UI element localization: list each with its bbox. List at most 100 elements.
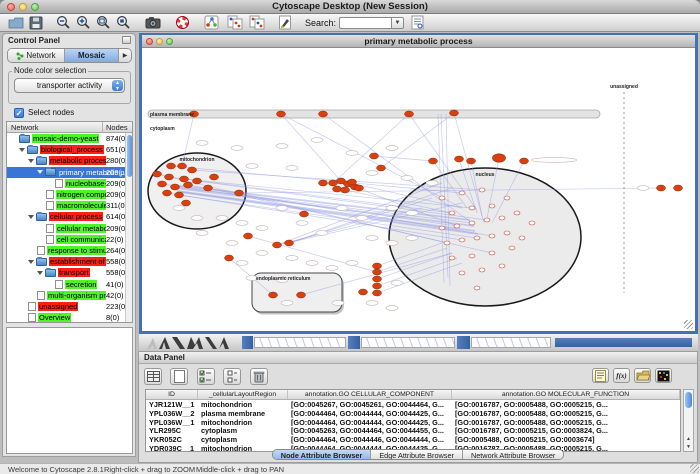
heatmap-icon[interactable] [655, 368, 672, 383]
search-input[interactable] [339, 17, 391, 29]
network-node-small[interactable] [499, 216, 505, 220]
tab-network-attribute-browser[interactable]: Network Attribute Browser [463, 450, 563, 459]
unselect-attributes-icon[interactable] [223, 368, 241, 385]
background-frame-canvas[interactable] [254, 337, 346, 348]
tab-node-attribute-browser[interactable]: Node Attribute Browser [273, 450, 372, 459]
network-node[interactable] [348, 179, 357, 185]
network-node-small[interactable] [469, 221, 475, 225]
network-node-small[interactable] [474, 286, 480, 290]
annotation-icon[interactable] [278, 15, 292, 31]
network-node-small[interactable] [504, 196, 510, 200]
more-tabs-button[interactable]: ▶ [119, 49, 131, 62]
network-node[interactable] [193, 178, 202, 184]
network-node[interactable] [467, 158, 476, 164]
tree-row[interactable]: cell communicati22(0) [7, 234, 132, 245]
tab-network[interactable]: Network [8, 49, 65, 62]
network-node-small[interactable] [489, 251, 495, 255]
network-node[interactable] [373, 276, 382, 282]
search-dropdown-button[interactable]: ▼ [391, 17, 404, 29]
network-node-small[interactable] [479, 268, 485, 272]
network-node[interactable] [455, 156, 464, 162]
network-node-small[interactable] [474, 236, 480, 240]
tree-row[interactable]: cellular process614(0) [7, 211, 132, 222]
network-node[interactable] [405, 111, 414, 117]
network-node-small[interactable] [444, 241, 450, 245]
network-node[interactable] [333, 186, 342, 192]
expander-icon[interactable] [28, 159, 34, 163]
filter-icon-b[interactable] [249, 15, 265, 31]
network-node[interactable] [175, 192, 184, 198]
network-node-small[interactable] [469, 254, 475, 258]
select-attributes-icon[interactable] [197, 368, 215, 385]
network-node-small[interactable] [509, 246, 515, 250]
network-node[interactable] [674, 185, 683, 191]
tree-row[interactable]: cellular metabolis209(0) [7, 223, 132, 234]
network-node[interactable] [184, 182, 193, 188]
network-node[interactable] [171, 184, 180, 190]
network-node[interactable] [355, 185, 364, 191]
tree-scrollbar[interactable] [125, 133, 132, 322]
background-frame-edge[interactable] [457, 336, 470, 349]
open-session-icon[interactable] [8, 15, 24, 31]
network-node[interactable] [373, 263, 382, 269]
network-node[interactable] [158, 181, 167, 187]
network-node[interactable] [210, 174, 219, 180]
tree-row[interactable]: nitrogen compoun209(0) [7, 189, 132, 200]
network-node-small[interactable] [439, 196, 445, 200]
tree-row[interactable]: nucleobase-contain209(0) [7, 178, 132, 189]
frame-resize-grip[interactable] [684, 320, 693, 329]
network-node-small[interactable] [469, 206, 475, 210]
network-node[interactable] [657, 185, 666, 191]
network-node[interactable] [178, 163, 187, 169]
network-node[interactable] [373, 269, 382, 275]
table-column-header[interactable]: ID [146, 390, 198, 399]
network-node-small[interactable] [489, 204, 495, 208]
table-column-header[interactable]: annotation.GO MOLECULAR_FUNCTION [452, 390, 680, 399]
tree-row[interactable]: biological_process651(0) [7, 144, 132, 155]
help-lifesaver-icon[interactable] [176, 15, 189, 31]
network-node-small[interactable] [499, 264, 505, 268]
network-node[interactable] [377, 165, 386, 171]
network-node[interactable] [273, 242, 282, 248]
tree-row[interactable]: unassigned223(0) [7, 301, 132, 312]
network-node[interactable] [329, 180, 338, 186]
select-nodes-checkbox[interactable]: ✓ [14, 108, 24, 118]
tree-row[interactable]: transport558(0) [7, 267, 132, 278]
network-node[interactable] [319, 180, 328, 186]
network-node-small[interactable] [484, 218, 490, 222]
network-node[interactable] [520, 158, 529, 164]
window-resize-grip[interactable] [690, 464, 699, 473]
tree-row[interactable]: macromolecule m311(0) [7, 200, 132, 211]
background-frame-edge[interactable] [242, 336, 253, 349]
network-node-small[interactable] [454, 224, 460, 228]
table-row[interactable]: YPL036W__1mitochondrion[GO:0044464, GO:0… [146, 418, 680, 427]
zoom-selected-icon[interactable] [116, 15, 131, 31]
tree-row[interactable]: mosaic-demo-yeast874(0) [7, 133, 132, 144]
expander-icon[interactable] [28, 260, 34, 264]
network-node-small[interactable] [449, 211, 455, 215]
float-panel-icon[interactable] [122, 36, 131, 44]
background-frame-edge[interactable] [348, 336, 360, 349]
network-node[interactable] [182, 200, 191, 206]
save-session-icon[interactable] [29, 15, 43, 31]
node-color-combo[interactable]: transporter activity ▲▼ [14, 78, 125, 93]
table-row[interactable]: YLR295Ccytoplasm[GO:0045263, GO:0044464,… [146, 426, 680, 435]
function-builder-icon[interactable]: f(x) [613, 368, 630, 383]
filter-icon-a[interactable] [227, 15, 243, 31]
attribute-grid-icon[interactable] [144, 368, 162, 385]
background-frame-bottom-edge[interactable] [555, 338, 692, 347]
network-node-small[interactable] [479, 188, 485, 192]
network-node-small[interactable] [459, 191, 465, 195]
network-node[interactable] [204, 185, 213, 191]
network-node[interactable] [167, 163, 176, 169]
network-view-titlebar[interactable]: primary metabolic process [142, 35, 695, 48]
search-options-icon[interactable] [411, 15, 424, 31]
zoom-in-icon[interactable] [76, 15, 91, 31]
tree-row[interactable]: response to stimulu264(0) [7, 245, 132, 256]
formula-editor-icon[interactable] [592, 368, 609, 383]
snapshot-camera-icon[interactable] [145, 15, 161, 31]
expander-icon[interactable] [28, 215, 34, 219]
tab-edge-attribute-browser[interactable]: Edge Attribute Browser [371, 450, 463, 459]
network-node[interactable] [163, 190, 172, 196]
network-node[interactable] [180, 176, 189, 182]
